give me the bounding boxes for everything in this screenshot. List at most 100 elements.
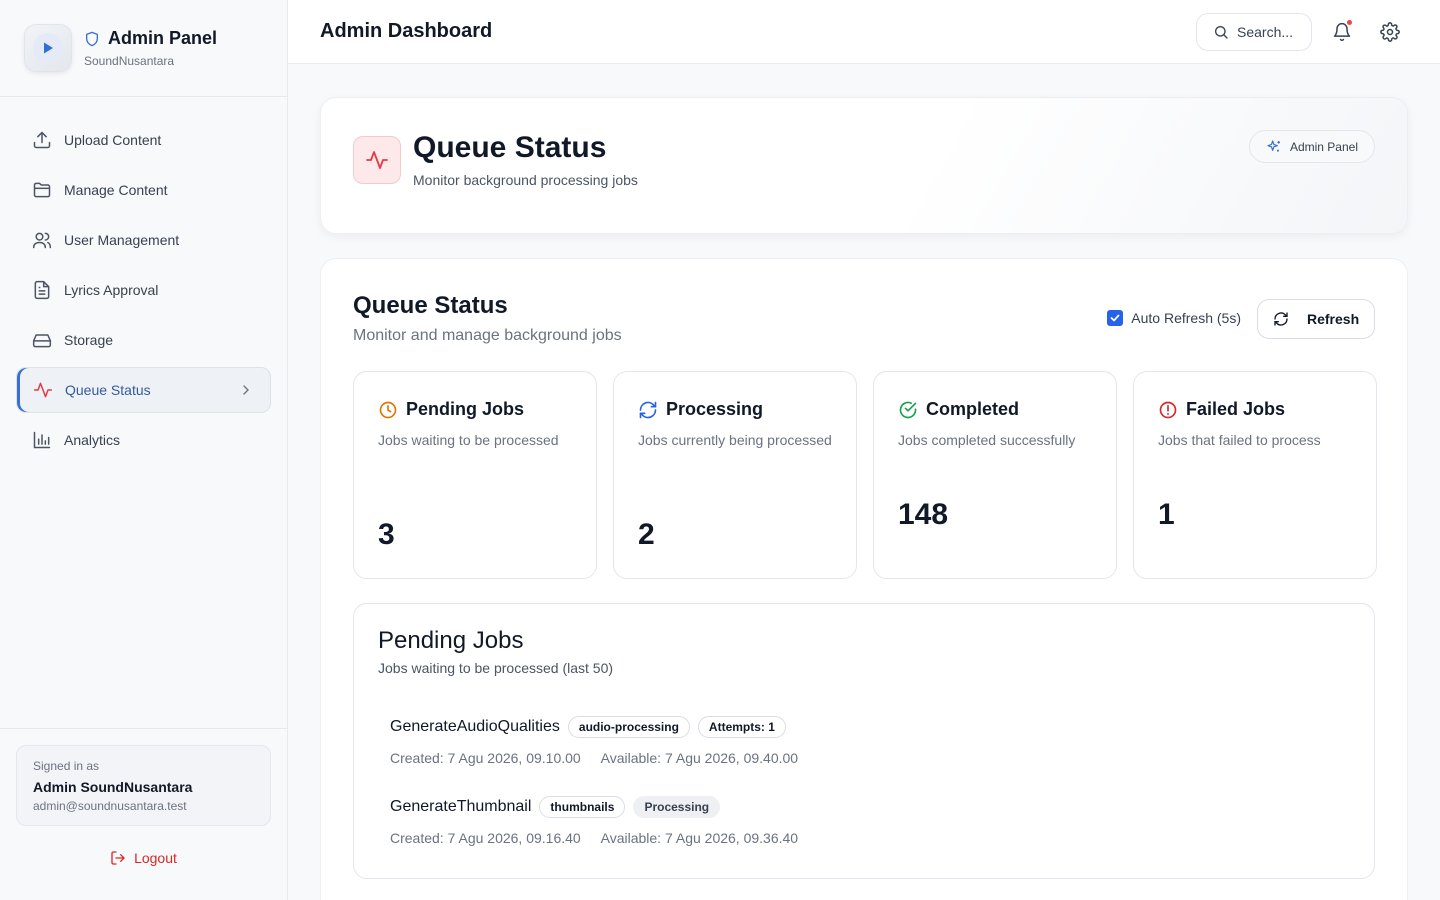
- sidebar-item-lyrics-approval[interactable]: Lyrics Approval: [16, 267, 271, 313]
- list-item: GenerateAudioQualities audio-processing …: [390, 716, 798, 766]
- stat-card-pending: Pending Jobs Jobs waiting to be processe…: [353, 371, 597, 579]
- stat-title: Processing: [666, 399, 764, 419]
- sidebar-item-label: Lyrics Approval: [64, 282, 159, 298]
- activity-icon: [366, 151, 388, 169]
- logout-icon: [111, 851, 125, 865]
- bar-chart-icon: [33, 431, 51, 449]
- refresh-icon: [1274, 312, 1288, 326]
- sidebar: Admin Panel SoundNusantara Upload Conten…: [0, 0, 288, 900]
- status-badge: Attempts: 1: [697, 716, 786, 738]
- job-available: Available: 7 Agu 2026, 09.36.40: [600, 830, 799, 846]
- panel-title: Queue Status: [353, 292, 508, 319]
- users-icon: [32, 232, 52, 249]
- logout-label: Logout: [134, 850, 177, 866]
- stat-value: 148: [898, 498, 949, 531]
- job-created: Created: 7 Agu 2026, 09.16.40: [390, 830, 581, 846]
- sidebar-item-label: Analytics: [64, 432, 121, 448]
- upload-icon: [33, 131, 51, 149]
- check-icon: [1110, 314, 1120, 322]
- pending-jobs-subtitle: Jobs waiting to be processed (last 50): [378, 660, 614, 676]
- activity-icon: [33, 382, 53, 398]
- shield-icon: [86, 31, 98, 46]
- brand-subtitle: SoundNusantara: [84, 54, 175, 68]
- stat-title: Failed Jobs: [1186, 399, 1286, 419]
- page-title: Admin Dashboard: [320, 20, 493, 42]
- stat-card-completed: Completed Jobs completed successfully 14…: [873, 371, 1117, 579]
- notifications-button[interactable]: [1324, 14, 1360, 50]
- sidebar-item-queue-status[interactable]: Queue Status: [16, 367, 271, 413]
- alert-circle-icon: [1159, 401, 1177, 418]
- main-content: Queue Status Monitor background processi…: [320, 97, 1408, 900]
- sidebar-item-label: Upload Content: [64, 132, 162, 148]
- stat-value: 2: [638, 518, 655, 551]
- brand-logo[interactable]: [24, 24, 72, 72]
- stat-description: Jobs currently being processed: [638, 432, 832, 448]
- sidebar-item-manage-content[interactable]: Manage Content: [16, 167, 271, 213]
- top-header: Admin Dashboard: [288, 0, 1440, 64]
- sidebar-nav: Upload Content Manage Content User Manag…: [0, 97, 287, 487]
- stat-value: 1: [1158, 498, 1175, 531]
- clock-icon: [379, 401, 397, 418]
- hero-title: Queue Status: [413, 131, 607, 164]
- job-available: Available: 7 Agu 2026, 09.40.00: [600, 750, 799, 766]
- search-input[interactable]: [1237, 23, 1305, 40]
- sidebar-item-user-management[interactable]: User Management: [16, 217, 271, 263]
- sparkles-icon: [1267, 139, 1280, 152]
- job-name: GenerateThumbnail: [390, 798, 532, 815]
- pending-jobs-title: Pending Jobs: [378, 627, 524, 654]
- sidebar-item-label: User Management: [64, 232, 180, 248]
- list-item: GenerateThumbnail thumbnails Processing …: [390, 796, 798, 846]
- admin-panel-badge: Admin Panel: [1248, 130, 1375, 163]
- settings-button[interactable]: [1372, 14, 1408, 50]
- search-box[interactable]: [1196, 12, 1312, 51]
- queue-badge: thumbnails: [539, 796, 626, 818]
- sidebar-item-upload-content[interactable]: Upload Content: [16, 117, 271, 163]
- notification-dot: [1347, 19, 1352, 25]
- sidebar-item-label: Manage Content: [64, 182, 168, 198]
- play-icon: [44, 42, 53, 54]
- sidebar-item-analytics[interactable]: Analytics: [16, 417, 271, 463]
- document-icon: [34, 280, 50, 300]
- brand-title: Admin Panel: [108, 28, 218, 48]
- stat-value: 3: [378, 518, 395, 551]
- queue-panel: Queue Status Monitor and manage backgrou…: [320, 258, 1408, 900]
- chevron-right-icon: [243, 385, 249, 395]
- sidebar-item-label: Storage: [64, 332, 114, 348]
- auto-refresh-toggle[interactable]: Auto Refresh (5s): [1107, 310, 1241, 326]
- storage-icon: [32, 334, 52, 348]
- stats-row: Pending Jobs Jobs waiting to be processe…: [353, 371, 1377, 579]
- logout-button[interactable]: Logout: [16, 850, 271, 866]
- sidebar-item-storage[interactable]: Storage: [16, 317, 271, 363]
- stat-description: Jobs waiting to be processed: [378, 432, 559, 448]
- auto-refresh-label: Auto Refresh (5s): [1131, 310, 1241, 326]
- sidebar-footer: Signed in as Admin SoundNusantara admin@…: [0, 728, 287, 900]
- user-email: admin@soundnusantara.test: [33, 799, 187, 813]
- signed-in-label: Signed in as: [33, 759, 100, 773]
- check-circle-icon: [899, 401, 917, 418]
- job-created: Created: 7 Agu 2026, 09.10.00: [390, 750, 581, 766]
- stat-description: Jobs completed successfully: [898, 432, 1076, 448]
- hero-card: Queue Status Monitor background processi…: [320, 97, 1408, 234]
- pending-jobs-card: Pending Jobs Jobs waiting to be processe…: [353, 603, 1375, 879]
- folder-icon: [33, 182, 51, 198]
- refresh-label: Refresh: [1307, 311, 1360, 327]
- stat-card-processing: Processing Jobs currently being processe…: [613, 371, 857, 579]
- hero-icon-box: [353, 136, 401, 184]
- stat-title: Pending Jobs: [406, 399, 525, 419]
- gear-icon: [1380, 21, 1400, 42]
- sidebar-item-label: Queue Status: [65, 382, 151, 398]
- signed-in-card: Signed in as Admin SoundNusantara admin@…: [16, 745, 271, 826]
- search-icon: [1215, 25, 1228, 39]
- stat-description: Jobs that failed to process: [1158, 432, 1321, 448]
- queue-badge: audio-processing: [567, 716, 690, 738]
- bell-icon: [1333, 22, 1351, 41]
- refresh-icon: [639, 401, 657, 418]
- stat-title: Completed: [926, 399, 1020, 419]
- user-name: Admin SoundNusantara: [33, 779, 193, 795]
- auto-refresh-checkbox[interactable]: [1107, 310, 1124, 326]
- refresh-button[interactable]: Refresh: [1257, 299, 1375, 339]
- status-badge: Processing: [633, 796, 721, 818]
- hero-subtitle: Monitor background processing jobs: [413, 172, 638, 188]
- job-name: GenerateAudioQualities: [390, 718, 560, 735]
- stat-card-failed: Failed Jobs Jobs that failed to process …: [1133, 371, 1377, 579]
